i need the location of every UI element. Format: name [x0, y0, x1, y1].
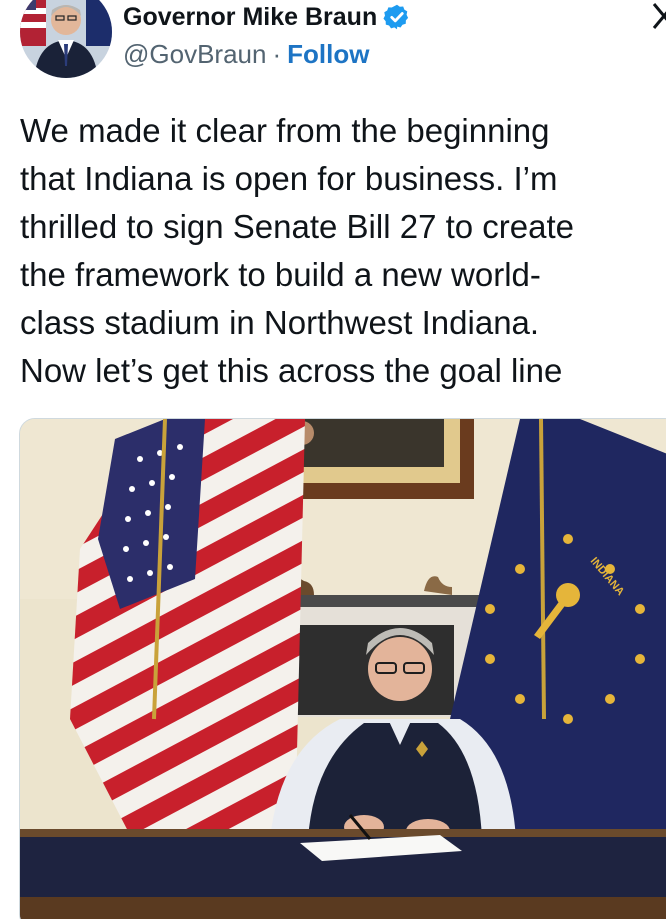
- tweet-text-line: thrilled to sign Senate Bill 27 to creat…: [20, 208, 574, 245]
- follow-button[interactable]: Follow: [287, 39, 369, 70]
- display-name[interactable]: Governor Mike Braun: [123, 3, 377, 32]
- tweet-text: We made it clear from the beginning that…: [20, 107, 666, 395]
- close-icon[interactable]: [650, 0, 666, 34]
- tweet-text-line: We made it clear from the beginning: [20, 112, 550, 149]
- name-row: Governor Mike Braun: [123, 2, 411, 32]
- tweet-header: Governor Mike Braun @GovBraun · Follow: [0, 0, 666, 100]
- tweet-text-line: the framework to build a new world-: [20, 256, 541, 293]
- tweet-text-line: that Indiana is open for business. I’m: [20, 160, 558, 197]
- handle[interactable]: @GovBraun: [123, 39, 266, 70]
- photo-image: INDIANA: [20, 419, 666, 919]
- tweet-photo[interactable]: INDIANA: [19, 418, 666, 919]
- handle-row: @GovBraun · Follow: [123, 39, 369, 70]
- tweet-text-line: Now let’s get this across the goal line: [20, 352, 563, 389]
- separator-dot: ·: [272, 39, 282, 69]
- verified-badge-icon: [383, 4, 409, 30]
- tweet-text-line: class stadium in Northwest Indiana.: [20, 304, 540, 341]
- avatar[interactable]: [20, 0, 112, 78]
- avatar-image: [20, 0, 112, 78]
- tweet-card: Governor Mike Braun @GovBraun · Follow W…: [0, 0, 666, 919]
